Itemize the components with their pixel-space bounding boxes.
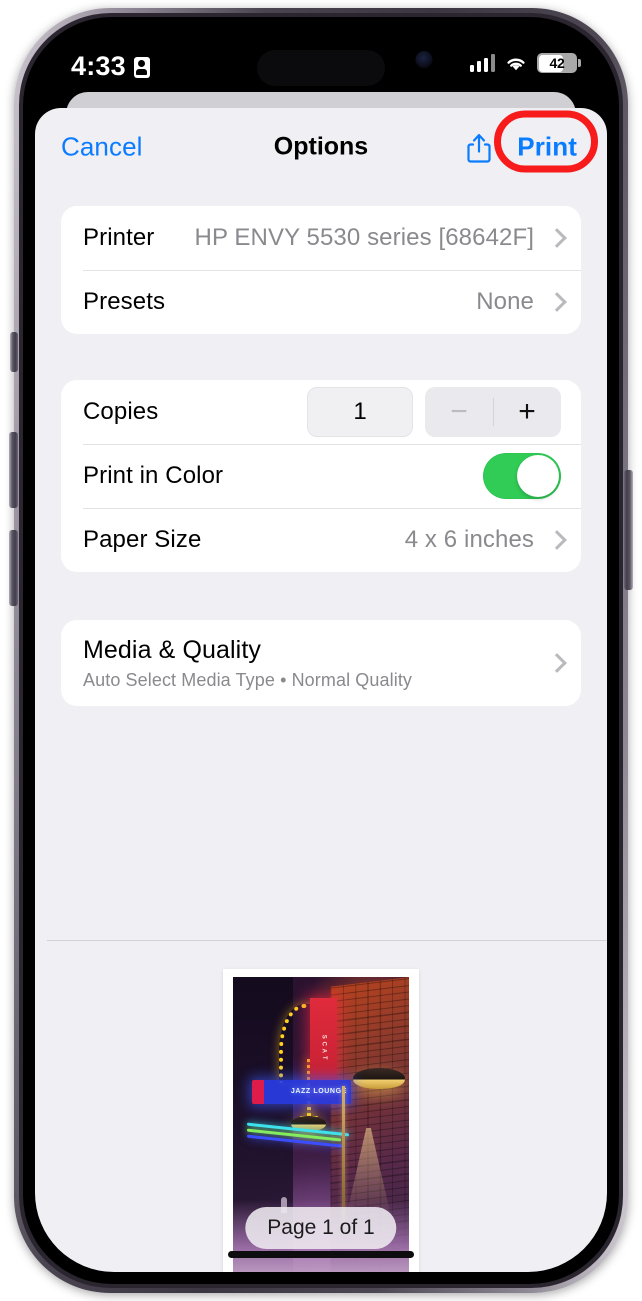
stepper-divider: [493, 398, 494, 426]
copies-stepper-control: − +: [425, 387, 561, 437]
decrement-button[interactable]: −: [425, 397, 493, 427]
header-actions: Print: [465, 110, 599, 173]
power-button[interactable]: [624, 470, 633, 590]
page-indicator: Page 1 of 1: [245, 1207, 397, 1249]
media-quality-subtitle: Auto Select Media Type • Normal Quality: [83, 669, 413, 690]
phone-screen: 4:33 42 Cancel Options Print Printer HP …: [35, 29, 607, 1272]
sign-letter: T: [320, 1056, 327, 1061]
home-indicator[interactable]: [228, 1251, 414, 1258]
dynamic-island: [257, 50, 385, 86]
battery-percentage: 42: [549, 55, 565, 71]
media-quality-title: Media & Quality: [83, 635, 261, 664]
status-bar-right: 42: [469, 53, 581, 73]
print-in-color-label: Print in Color: [83, 462, 224, 489]
sign-letter: C: [320, 1042, 327, 1047]
chevron-right-icon: [550, 531, 561, 550]
settings-group: Copies 1 − + Print in Color Paper Size 4…: [61, 380, 581, 572]
paper-size-label: Paper Size: [83, 526, 202, 553]
photo-jazz-lounge-sign: JAZZ LOUNGE: [252, 1079, 351, 1104]
photo-hanging-lamp: [352, 1067, 406, 1089]
wifi-icon: [504, 54, 528, 72]
print-button-wrapper: Print: [494, 110, 599, 173]
print-in-color-toggle[interactable]: [483, 453, 561, 499]
media-quality-text: Media & Quality Auto Select Media Type •…: [83, 636, 412, 691]
copies-count-field[interactable]: 1: [307, 387, 413, 437]
clock-label: 4:33: [71, 51, 126, 81]
status-bar-left: 4:33: [71, 51, 150, 82]
increment-button[interactable]: +: [493, 397, 561, 427]
copies-stepper: 1 − +: [307, 387, 561, 437]
printer-group: Printer HP ENVY 5530 series [68642F] Pre…: [61, 206, 581, 334]
volume-down-button[interactable]: [9, 530, 18, 606]
chevron-right-icon: [550, 293, 561, 312]
share-icon[interactable]: [465, 131, 493, 163]
printer-label: Printer: [83, 224, 155, 251]
printer-row[interactable]: Printer HP ENVY 5530 series [68642F]: [61, 206, 581, 270]
print-options-sheet: Cancel Options Print Printer HP ENVY 553…: [35, 108, 607, 1272]
chevron-right-icon: [550, 229, 561, 248]
paper-size-value: 4 x 6 inches: [404, 526, 534, 553]
toggle-knob: [517, 455, 559, 497]
volume-up-button[interactable]: [9, 432, 18, 508]
media-quality-row[interactable]: Media & Quality Auto Select Media Type •…: [61, 620, 581, 706]
jazz-lounge-text: JAZZ LOUNGE: [290, 1088, 347, 1096]
preview-page[interactable]: S C A T JAZZ LOUNGE Page 1 of 1: [223, 969, 419, 1272]
sheet-body: Printer HP ENVY 5530 series [68642F] Pre…: [35, 186, 607, 1272]
cancel-button[interactable]: Cancel: [61, 132, 143, 163]
cellular-signal-icon: [469, 54, 495, 72]
copies-label: Copies: [83, 398, 159, 425]
presets-label: Presets: [83, 288, 166, 315]
silent-switch-button[interactable]: [10, 332, 18, 372]
portrait-orientation-lock-icon: [133, 57, 150, 78]
sheet-header: Cancel Options Print: [35, 108, 607, 186]
paper-size-row[interactable]: Paper Size 4 x 6 inches: [61, 508, 581, 572]
presets-value: None: [476, 288, 534, 315]
sign-letter: A: [320, 1049, 327, 1054]
presets-row[interactable]: Presets None: [61, 270, 581, 334]
print-preview-area: S C A T JAZZ LOUNGE Page 1 of 1: [35, 941, 607, 1272]
chevron-right-icon: [550, 654, 561, 673]
print-button[interactable]: Print: [517, 132, 577, 162]
screenshot-stage: 4:33 42 Cancel Options Print Printer HP …: [0, 0, 642, 1301]
media-quality-group: Media & Quality Auto Select Media Type •…: [61, 620, 581, 706]
printer-value: HP ENVY 5530 series [68642F]: [194, 224, 534, 251]
sign-letter: S: [320, 1035, 327, 1040]
front-camera-icon: [415, 51, 433, 68]
copies-row: Copies 1 − +: [61, 380, 581, 444]
battery-icon: 42: [537, 53, 581, 73]
print-in-color-row: Print in Color: [61, 444, 581, 508]
page-title: Options: [273, 132, 369, 161]
